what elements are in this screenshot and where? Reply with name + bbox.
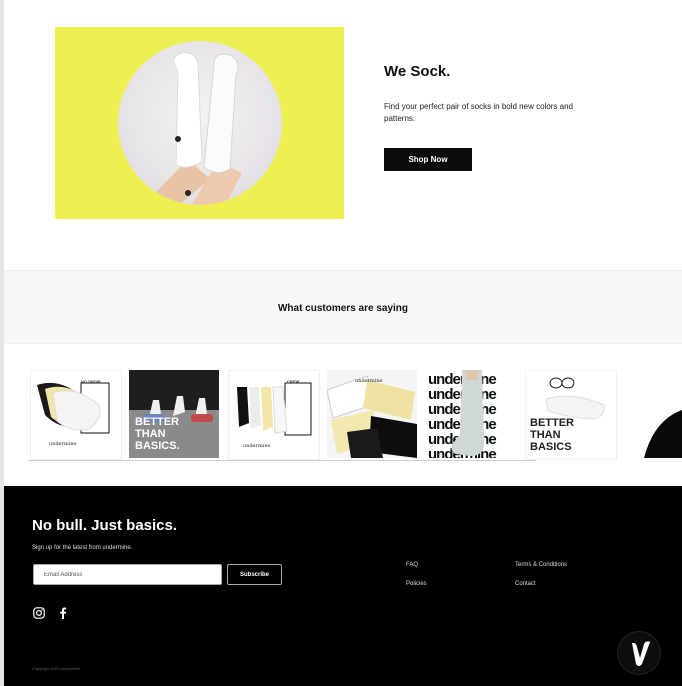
- tile-caption: BETTER THAN BASICS.: [135, 416, 180, 452]
- footer-link-contact[interactable]: Contact: [515, 581, 536, 587]
- tile-brand: undermine: [49, 441, 77, 447]
- tile-brand: undermine: [243, 443, 271, 449]
- gallery-tile-wordmark[interactable]: undermine undermine undermine undermine …: [426, 370, 516, 458]
- hero-title: We Sock.: [384, 63, 451, 80]
- footer-link-terms[interactable]: Terms & Conditions: [515, 562, 567, 568]
- hero-subtitle: Find your perfect pair of socks in bold …: [384, 102, 573, 123]
- product-gallery: NO SHOW undermine BETTER THAN BASICS. CR: [30, 370, 682, 460]
- email-field[interactable]: [33, 564, 222, 585]
- footer-link-policies[interactable]: Policies: [406, 581, 427, 587]
- hero-image: [55, 27, 344, 219]
- footer-link-faq[interactable]: FAQ: [406, 562, 418, 568]
- tile-caption: BETTER THAN BASICS: [530, 417, 574, 453]
- subscribe-button[interactable]: Subscribe: [227, 564, 282, 585]
- leg-sock-image: [451, 370, 485, 456]
- gallery-scrollbar[interactable]: [28, 460, 536, 461]
- reviews-section: What customers are saying: [4, 270, 682, 344]
- tile-label: CREW: [287, 379, 300, 384]
- instagram-icon[interactable]: [33, 606, 45, 619]
- gallery-tile-no-show[interactable]: NO SHOW undermine: [30, 370, 122, 460]
- newsletter-subheading: Sign up for the latest from undermine.: [32, 545, 133, 551]
- shop-now-button[interactable]: Shop Now: [384, 148, 472, 171]
- gallery-tile-better-than-basics-2[interactable]: BETTER THAN BASICS: [525, 370, 617, 460]
- sock-photo: [118, 41, 282, 205]
- gallery-tile-crew[interactable]: CREW undermine: [228, 370, 320, 460]
- gallery-tile-sock-pile[interactable]: undermine: [327, 370, 417, 458]
- facebook-icon[interactable]: [57, 606, 69, 619]
- reviews-heading: What customers are saying: [277, 303, 409, 314]
- footer: No bull. Just basics. Sign up for the la…: [4, 486, 682, 686]
- gallery-tile-better-than-basics[interactable]: BETTER THAN BASICS.: [129, 370, 219, 458]
- chat-icon[interactable]: [618, 632, 660, 674]
- footer-heading: No bull. Just basics.: [32, 517, 178, 534]
- copyright: Copyright 2021 Undermine: [32, 666, 80, 671]
- tile-label: NO SHOW: [81, 379, 101, 384]
- tile-brand: undermine: [355, 378, 383, 384]
- gallery-tile-partial[interactable]: [624, 370, 682, 458]
- partial-tile-image: [644, 410, 682, 458]
